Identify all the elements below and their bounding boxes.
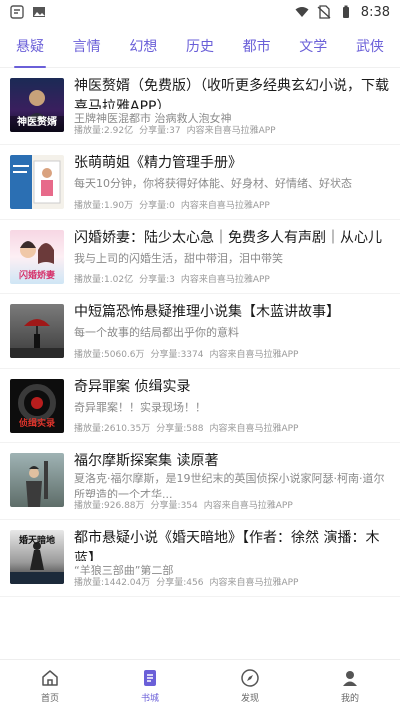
book-description: 夏洛克·福尔摩斯，是19世纪末的英国侦探小说家阿瑟·柯南·道尔所塑造的一个才华.… [74,471,385,498]
tab-urban[interactable]: 都市 [243,24,271,68]
home-icon [42,669,58,686]
share-count: 分享量:0 [139,200,175,211]
book-title: 奇异罪案 侦缉实录 [74,378,191,395]
cover-title: 婚天暗地 [18,536,55,546]
book-list: 神医赘婿 神医赘婿（免费版）（收听更多经典玄幻小说，下载喜马拉雅APP） 王牌神… [0,68,400,659]
book-item[interactable]: 婚天暗地 都市悬疑小说《婚天暗地》【作者：徐然 演播：木蓝】 “羊狼三部曲”第二… [0,520,400,597]
book-cover [10,453,64,507]
book-item[interactable]: 张萌萌姐《精力管理手册》 每天10分钟，你将获得好体能、好身材、好情绪、好状态 … [0,145,400,220]
tab-suspense[interactable]: 悬疑 [14,24,46,68]
book-item[interactable]: 神医赘婿 神医赘婿（免费版）（收听更多经典玄幻小说，下载喜马拉雅APP） 王牌神… [0,68,400,145]
play-count: 播放量:1442.04万 [74,578,151,588]
play-count: 播放量:1.02亿 [74,275,134,285]
book-description: 每一个故事的结局都出乎你的意料 [74,326,239,339]
nav-profile[interactable]: 我的 [300,660,400,711]
app-notification-icon [10,5,24,19]
book-cover [10,304,64,358]
nav-bookstore[interactable]: 书城 [100,660,200,711]
book-item[interactable]: 闪婚娇妻 闪婚娇妻：陆少太心急｜免费多人有声剧｜从心儿 我与上司的闪婚生活，甜中… [0,220,400,294]
status-time: 8:38 [360,4,390,20]
share-count: 分享量:588 [156,424,204,434]
book-meta: 播放量:5060.6万 分享量:3374 内容来自喜马拉雅APP [74,347,390,360]
content-source: 内容来自喜马拉雅APP [209,424,299,434]
image-icon [33,7,45,17]
book-cover: 闪婚娇妻 [10,229,64,284]
book-description: 奇异罪案！！实录现场！！ [74,400,206,414]
book-cover: 婚天暗地 [10,530,64,584]
content-source: 内容来自喜马拉雅APP [209,578,299,588]
tab-history[interactable]: 历史 [186,24,214,68]
battery-icon [342,5,349,18]
nav-profile-label: 我的 [340,693,359,704]
book-icon [144,669,156,686]
nav-discover-label: 发现 [240,693,259,704]
nav-home-label: 首页 [40,693,59,704]
book-title: 都市悬疑小说《婚天暗地》【作者：徐然 演播：木蓝】 [74,530,380,561]
tab-literature[interactable]: 文学 [299,24,327,68]
no-sim-icon [317,5,331,19]
book-description: 王牌神医混都市 治病救人泡女神 [74,111,232,123]
play-count: 播放量:2610.35万 [74,424,151,434]
book-title: 张萌萌姐《精力管理手册》 [74,155,242,171]
book-title: 中短篇恐怖悬疑推理小说集【木蓝讲故事】 [74,304,340,320]
compass-icon [241,668,259,687]
share-count: 分享量:354 [150,501,198,511]
category-tabs: 悬疑 言情 幻想 历史 都市 文学 武侠 [0,24,400,68]
book-meta: 播放量:1442.04万 分享量:456 内容来自喜马拉雅APP [74,575,390,588]
book-item[interactable]: 福尔摩斯探案集 读原著 夏洛克·福尔摩斯，是19世纪末的英国侦探小说家阿瑟·柯南… [0,443,400,520]
content-source: 内容来自喜马拉雅APP [180,275,270,285]
book-cover: 神医赘婿 [10,78,64,132]
bottom-nav: 首页 书城 发现 我的 [0,659,400,711]
tab-fantasy[interactable]: 幻想 [129,24,157,68]
share-count: 分享量:3374 [150,349,204,360]
nav-bookstore-label: 书城 [140,693,159,704]
status-bar: 8:38 [0,0,400,24]
content-source: 内容来自喜马拉雅APP [180,200,270,211]
book-cover [10,155,64,209]
tab-romance[interactable]: 言情 [73,24,101,68]
play-count: 播放量:2.92亿 [74,126,134,136]
wifi-icon [295,7,309,17]
book-description: “羊狼三部曲”第二部 [74,563,174,575]
book-meta: 播放量:1.90万 分享量:0 内容来自喜马拉雅APP [74,198,390,211]
play-count: 播放量:5060.6万 [74,349,145,360]
book-title: 闪婚娇妻：陆少太心急｜免费多人有声剧｜从心儿 [74,229,382,246]
book-item[interactable]: 侦缉实录 奇异罪案 侦缉实录 奇异罪案！！实录现场！！ 播放量:2610.35万… [0,369,400,443]
cover-title: 侦缉实录 [18,418,55,429]
book-title: 神医赘婿（免费版）（收听更多经典玄幻小说，下载喜马拉雅APP） [74,78,389,109]
cover-title: 神医赘婿 [17,117,57,128]
book-cover: 侦缉实录 [10,378,64,433]
nav-discover[interactable]: 发现 [200,660,300,711]
nav-home[interactable]: 首页 [0,660,100,711]
play-count: 播放量:1.90万 [74,200,134,211]
cover-title: 闪婚娇妻 [18,270,55,281]
share-count: 分享量:37 [139,126,181,136]
book-meta: 播放量:926.88万 分享量:354 内容来自喜马拉雅APP [74,498,390,511]
book-title: 福尔摩斯探案集 读原著 [74,453,219,469]
book-meta: 播放量:2.92亿 分享量:37 内容来自喜马拉雅APP [74,123,390,136]
user-icon [343,670,357,686]
play-count: 播放量:926.88万 [74,501,145,511]
content-source: 内容来自喜马拉雅APP [203,501,293,511]
content-source: 内容来自喜马拉雅APP [186,126,276,136]
book-description: 每天10分钟，你将获得好体能、好身材、好情绪、好状态 [74,177,352,190]
book-item[interactable]: 中短篇恐怖悬疑推理小说集【木蓝讲故事】 每一个故事的结局都出乎你的意料 播放量:… [0,294,400,369]
share-count: 分享量:3 [139,275,175,285]
share-count: 分享量:456 [156,578,204,588]
book-description: 我与上司的闪婚生活，甜中带泪，泪中带笑 [74,251,283,265]
content-source: 内容来自喜马拉雅APP [209,349,299,360]
book-meta: 播放量:1.02亿 分享量:3 内容来自喜马拉雅APP [74,272,390,285]
tab-martial-arts[interactable]: 武侠 [356,24,384,68]
book-meta: 播放量:2610.35万 分享量:588 内容来自喜马拉雅APP [74,421,390,434]
